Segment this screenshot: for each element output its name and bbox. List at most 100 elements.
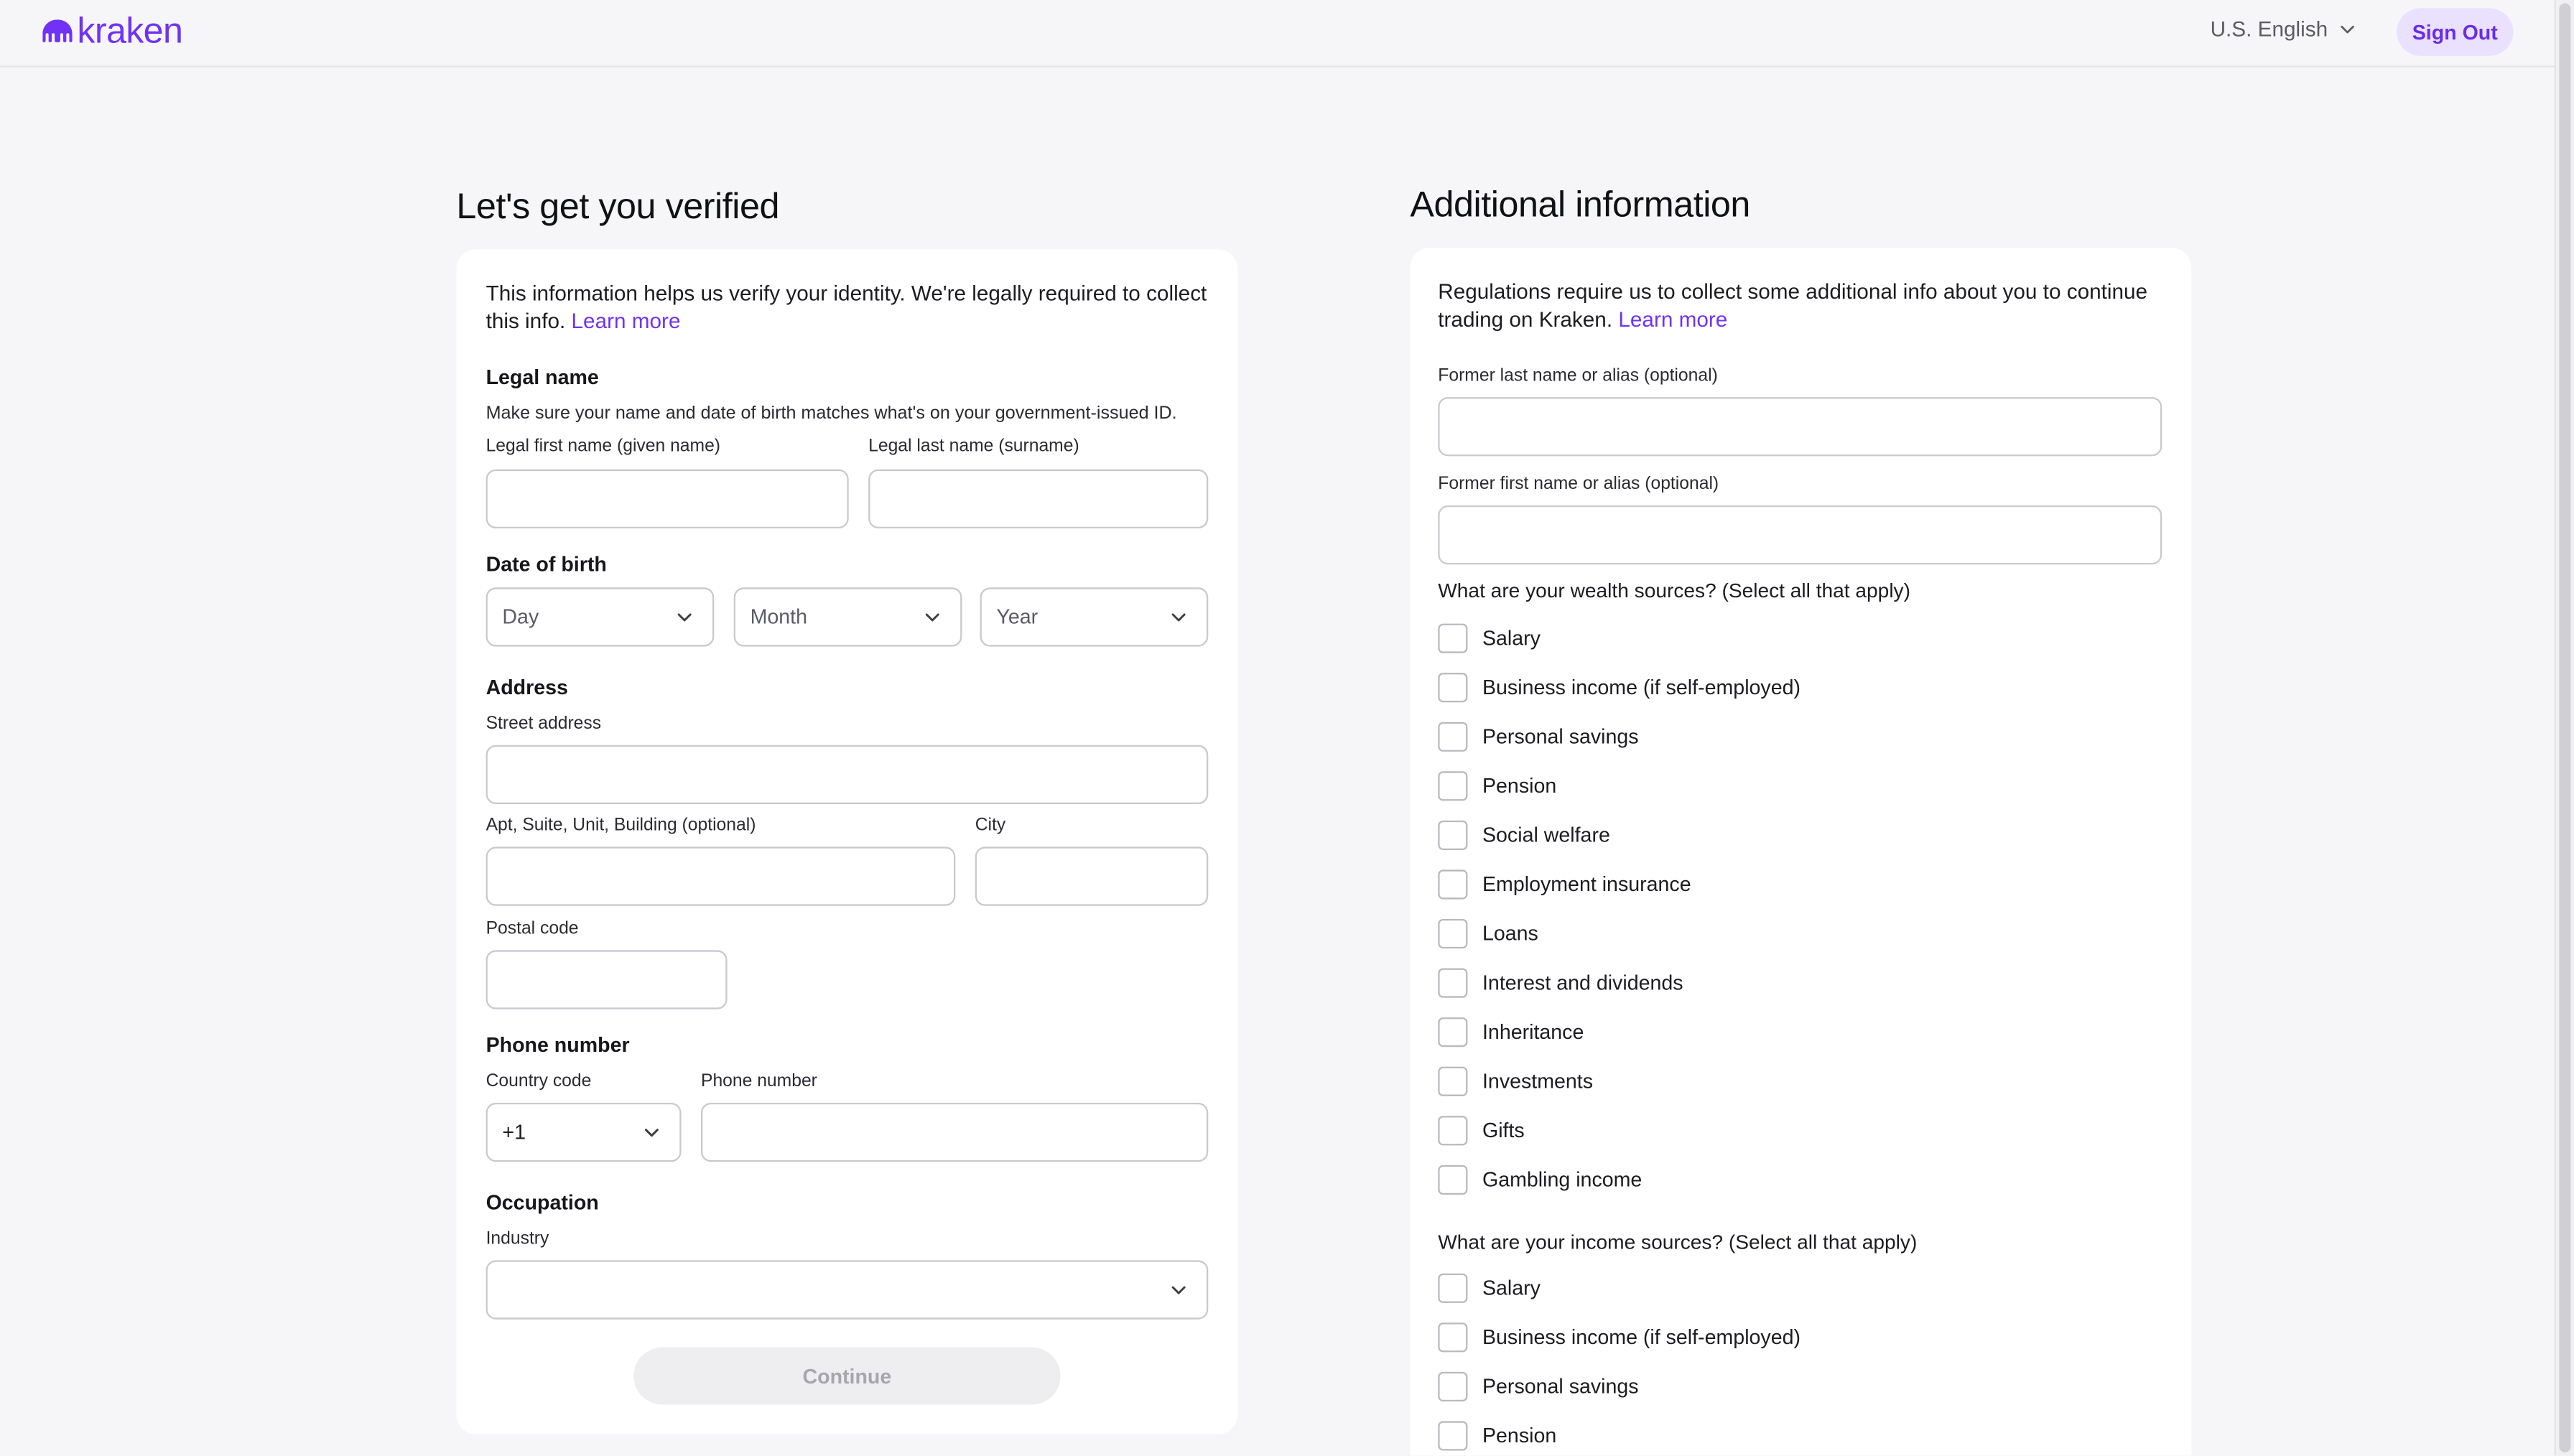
income-source-checkbox[interactable] bbox=[1438, 1273, 1468, 1303]
wealth-source-option[interactable]: Social welfare bbox=[1438, 820, 1610, 850]
wealth-source-option[interactable]: Inheritance bbox=[1438, 1017, 1584, 1047]
verification-intro: This information helps us verify your id… bbox=[486, 279, 1209, 335]
country-code-select[interactable]: +1 bbox=[485, 1102, 682, 1162]
country-code-label: Country code bbox=[485, 1071, 592, 1091]
legal-name-heading: Legal name bbox=[485, 365, 599, 389]
month-select-value: Month bbox=[750, 605, 807, 629]
wealth-source-checkbox[interactable] bbox=[1438, 623, 1468, 653]
continue-button[interactable]: Continue bbox=[633, 1347, 1061, 1405]
wealth-source-option-label: Social welfare bbox=[1482, 823, 1610, 847]
former-first-name-label: Former first name or alias (optional) bbox=[1438, 474, 1719, 494]
chevron-down-icon bbox=[644, 1129, 659, 1137]
wealth-source-checkbox[interactable] bbox=[1438, 1116, 1468, 1146]
wealth-source-checkbox[interactable] bbox=[1438, 918, 1468, 949]
wealth-source-option-label: Salary bbox=[1482, 627, 1541, 650]
wealth-source-option[interactable]: Pension bbox=[1438, 771, 1556, 801]
apt-input[interactable] bbox=[485, 846, 956, 906]
chevron-down-icon bbox=[2341, 24, 2354, 33]
occupation-heading: Occupation bbox=[485, 1191, 599, 1215]
apt-label: Apt, Suite, Unit, Building (optional) bbox=[485, 815, 756, 836]
wealth-source-option[interactable]: Employment insurance bbox=[1438, 869, 1691, 900]
language-selector[interactable]: U.S. English bbox=[2211, 17, 2358, 41]
wealth-source-option-label: Business income (if self-employed) bbox=[1482, 676, 1801, 699]
verification-title: Let's get you verified bbox=[456, 185, 780, 227]
wealth-source-option[interactable]: Interest and dividends bbox=[1438, 968, 1683, 998]
phone-number-label: Phone number bbox=[700, 1071, 817, 1091]
language-label: U.S. English bbox=[2210, 16, 2328, 42]
phone-number-input[interactable] bbox=[700, 1102, 1209, 1162]
former-last-name-input[interactable] bbox=[1438, 397, 2162, 457]
wealth-source-option[interactable]: Investments bbox=[1438, 1066, 1594, 1096]
year-select-value: Year bbox=[996, 605, 1039, 629]
page-scrollbar[interactable] bbox=[2554, 0, 2574, 1456]
wealth-source-option[interactable]: Loans bbox=[1438, 918, 1538, 949]
chevron-down-icon bbox=[1171, 1286, 1186, 1294]
income-source-option[interactable]: Business income (if self-employed) bbox=[1438, 1322, 1801, 1353]
wealth-source-option-label: Interest and dividends bbox=[1482, 971, 1683, 995]
wealth-source-checkbox[interactable] bbox=[1438, 1017, 1468, 1047]
wealth-source-checkbox[interactable] bbox=[1438, 1165, 1468, 1195]
wealth-sources-question: What are your wealth sources? (Select al… bbox=[1438, 579, 1910, 602]
wealth-source-option[interactable]: Personal savings bbox=[1438, 722, 1639, 752]
first-name-input[interactable] bbox=[485, 469, 849, 528]
chevron-down-icon bbox=[925, 613, 939, 622]
logo-wordmark: kraken bbox=[77, 9, 183, 51]
additional-info-title: Additional information bbox=[1410, 183, 1750, 225]
wealth-source-option-label: Pension bbox=[1482, 774, 1557, 798]
day-select[interactable]: Day bbox=[485, 587, 715, 647]
wealth-source-option[interactable]: Gifts bbox=[1438, 1116, 1525, 1146]
top-bar: kraken U.S. English Sign Out bbox=[0, 0, 2555, 67]
chevron-down-icon bbox=[1171, 613, 1186, 622]
income-source-option-label: Pension bbox=[1482, 1424, 1557, 1447]
wealth-source-option[interactable]: Business income (if self-employed) bbox=[1438, 673, 1801, 703]
wealth-source-checkbox[interactable] bbox=[1438, 869, 1468, 900]
income-source-checkbox[interactable] bbox=[1438, 1421, 1468, 1451]
income-source-option[interactable]: Pension bbox=[1438, 1421, 1557, 1451]
income-source-option-label: Salary bbox=[1482, 1277, 1541, 1300]
legal-name-help: Make sure your name and date of birth ma… bbox=[485, 403, 1177, 424]
kraken-logo-icon bbox=[42, 19, 73, 42]
wealth-source-option-label: Employment insurance bbox=[1482, 872, 1691, 896]
industry-label: Industry bbox=[485, 1228, 549, 1249]
street-address-input[interactable] bbox=[485, 745, 1209, 804]
city-label: City bbox=[975, 815, 1006, 836]
income-source-option-label: Personal savings bbox=[1482, 1375, 1639, 1399]
wealth-source-checkbox[interactable] bbox=[1438, 771, 1468, 801]
month-select[interactable]: Month bbox=[733, 587, 962, 647]
wealth-source-option-label: Gambling income bbox=[1482, 1168, 1643, 1192]
learn-more-link[interactable]: Learn more bbox=[572, 309, 681, 333]
former-last-name-label: Former last name or alias (optional) bbox=[1438, 365, 1718, 386]
kraken-logo[interactable]: kraken bbox=[41, 9, 183, 51]
wealth-source-checkbox[interactable] bbox=[1438, 673, 1468, 703]
wealth-source-option-label: Investments bbox=[1482, 1070, 1594, 1093]
wealth-source-checkbox[interactable] bbox=[1438, 1066, 1468, 1096]
verification-card bbox=[456, 249, 1238, 1434]
year-select[interactable]: Year bbox=[980, 587, 1209, 647]
postal-code-input[interactable] bbox=[485, 950, 728, 1009]
last-name-input[interactable] bbox=[868, 469, 1209, 528]
wealth-source-checkbox[interactable] bbox=[1438, 820, 1468, 850]
former-first-name-input[interactable] bbox=[1438, 505, 2162, 565]
wealth-source-option[interactable]: Gambling income bbox=[1438, 1165, 1642, 1195]
income-source-checkbox[interactable] bbox=[1438, 1371, 1468, 1401]
first-name-label: Legal first name (given name) bbox=[485, 436, 721, 457]
wealth-source-option[interactable]: Salary bbox=[1438, 623, 1541, 653]
address-heading: Address bbox=[485, 676, 568, 699]
city-input[interactable] bbox=[975, 846, 1209, 906]
income-source-option[interactable]: Salary bbox=[1438, 1273, 1541, 1303]
wealth-source-checkbox[interactable] bbox=[1438, 722, 1468, 752]
income-source-checkbox[interactable] bbox=[1438, 1322, 1468, 1353]
wealth-source-option-label: Loans bbox=[1482, 922, 1538, 946]
scrollbar-thumb[interactable] bbox=[2559, 3, 2571, 1452]
additional-info-intro: Regulations require us to collect some a… bbox=[1438, 277, 2160, 333]
phone-number-heading: Phone number bbox=[485, 1033, 630, 1057]
additional-learn-more-link[interactable]: Learn more bbox=[1618, 307, 1727, 331]
sign-out-button[interactable]: Sign Out bbox=[2397, 8, 2514, 56]
wealth-source-checkbox[interactable] bbox=[1438, 968, 1468, 998]
income-source-option[interactable]: Personal savings bbox=[1438, 1371, 1639, 1401]
country-code-value: +1 bbox=[502, 1121, 526, 1144]
industry-select[interactable] bbox=[485, 1260, 1209, 1320]
app-root: kraken U.S. English Sign Out Let's get y… bbox=[0, 0, 2574, 1456]
last-name-label: Legal last name (surname) bbox=[868, 436, 1079, 457]
wealth-source-option-label: Inheritance bbox=[1482, 1020, 1584, 1044]
